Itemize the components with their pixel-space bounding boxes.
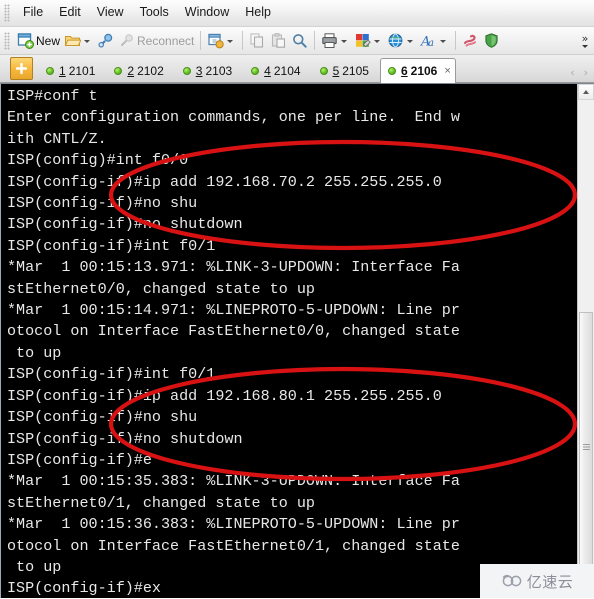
- font-icon: A a: [420, 35, 434, 50]
- scrollbar-up-button[interactable]: [578, 84, 594, 100]
- tab-label: 2101: [68, 63, 96, 78]
- toolbar-separator-3: [314, 31, 316, 50]
- tab-index: 5: [332, 63, 340, 78]
- reconnect-label: Reconnect: [137, 33, 195, 48]
- color-scheme-icon: [356, 34, 372, 48]
- tab-2106[interactable]: 6 2106 ×: [379, 58, 456, 83]
- menu-view[interactable]: View: [89, 3, 132, 23]
- protocol-icon: [485, 33, 498, 48]
- new-session-icon: [17, 33, 34, 49]
- tab-bar: 1 2101 2 2102 3 2103 4 2104 5 2105 6 210…: [0, 55, 594, 83]
- menu-file[interactable]: File: [15, 3, 51, 23]
- tab-index: 1: [59, 63, 66, 78]
- tab-status-dot-icon: [46, 66, 54, 75]
- open-session-dropdown-arrow[interactable]: [84, 40, 91, 43]
- clone-session-dropdown-arrow[interactable]: [227, 40, 234, 43]
- tab-status-dot-icon: [387, 67, 396, 75]
- tab-close-icon[interactable]: ×: [444, 65, 450, 77]
- print-dropdown-arrow[interactable]: [341, 40, 348, 43]
- scrollbar-thumb[interactable]: [579, 312, 593, 582]
- tab-2103[interactable]: 3 2103: [175, 58, 242, 82]
- tab-2104[interactable]: 4 2104: [243, 58, 310, 82]
- menu-tools[interactable]: Tools: [132, 3, 177, 23]
- connect-icon: [98, 33, 113, 48]
- new-session-button[interactable]: New: [15, 30, 62, 52]
- tab-index: 4: [264, 63, 271, 78]
- toolbar-grip[interactable]: [4, 31, 10, 50]
- toolbar: New Reconnect A a »: [0, 27, 594, 55]
- tab-label: 2102: [137, 63, 164, 78]
- tab-status-dot-icon: [182, 66, 191, 75]
- menu-bar: File Edit View Tools Window Help: [0, 0, 594, 27]
- scrollbar-grip-icon: [582, 444, 590, 450]
- web-dropdown-arrow[interactable]: [407, 40, 414, 43]
- tab-2102[interactable]: 2 2102: [106, 58, 173, 82]
- clone-session-icon: [208, 33, 225, 49]
- menu-edit[interactable]: Edit: [51, 3, 89, 23]
- web-button[interactable]: [385, 30, 418, 52]
- connect-button[interactable]: [95, 30, 116, 52]
- log-session-button[interactable]: [460, 30, 481, 52]
- chevron-up-icon: [583, 90, 589, 94]
- font-button[interactable]: A a: [418, 30, 451, 52]
- cloud-logo-icon: [502, 574, 522, 587]
- toolbar-separator-2: [242, 31, 244, 50]
- watermark: 亿速云: [480, 564, 594, 598]
- toolbar-overflow-arrow-icon: [582, 45, 588, 48]
- toolbar-separator-4: [455, 31, 457, 50]
- menu-window[interactable]: Window: [177, 3, 237, 23]
- menu-help[interactable]: Help: [237, 3, 279, 23]
- web-icon: [388, 33, 403, 48]
- tab-label: 2105: [342, 63, 369, 78]
- toolbar-overflow-button[interactable]: »: [578, 27, 592, 55]
- reconnect-button[interactable]: Reconnect: [116, 30, 196, 52]
- crt-terminal-window: File Edit View Tools Window Help New Rec…: [0, 0, 594, 599]
- copy-icon: [250, 33, 264, 48]
- clone-session-button[interactable]: [205, 30, 238, 52]
- terminal-screen[interactable]: ISP#conf t Enter configuration commands,…: [1, 84, 576, 598]
- color-scheme-dropdown-arrow[interactable]: [374, 40, 381, 43]
- open-folder-icon: [64, 36, 82, 46]
- tab-2105[interactable]: 5 2105: [312, 58, 379, 82]
- terminal-output: ISP#conf t Enter configuration commands,…: [7, 87, 460, 598]
- color-scheme-button[interactable]: [352, 30, 385, 52]
- print-icon: [322, 33, 338, 48]
- tab-nav-next-icon[interactable]: ›: [584, 67, 588, 78]
- terminal-scrollbar[interactable]: [577, 84, 594, 598]
- tab-index: 6: [400, 64, 408, 78]
- tab-label: 2106: [410, 64, 438, 78]
- watermark-text: 亿速云: [526, 572, 574, 591]
- tab-index: 3: [195, 63, 203, 78]
- protocol-button[interactable]: [481, 30, 502, 52]
- font-dropdown-arrow[interactable]: [440, 40, 447, 43]
- copy-button[interactable]: [247, 30, 268, 52]
- tab-status-dot-icon: [114, 66, 123, 75]
- tab-label: 2104: [273, 63, 301, 78]
- tab-status-dot-icon: [251, 66, 260, 75]
- tab-2101[interactable]: 1 2101: [38, 58, 105, 82]
- svg-text:a: a: [428, 38, 434, 49]
- print-button[interactable]: [319, 30, 352, 52]
- find-button[interactable]: [289, 30, 310, 52]
- paste-icon: [272, 33, 286, 48]
- reconnect-icon: [121, 34, 133, 46]
- plus-icon: [16, 63, 27, 74]
- tab-label: 2103: [205, 63, 233, 78]
- new-session-label: New: [36, 33, 61, 48]
- tab-nav-prev-icon[interactable]: ‹: [570, 67, 574, 78]
- add-session-button[interactable]: [10, 57, 33, 80]
- toolbar-overflow-icon: »: [581, 32, 589, 45]
- log-session-icon: [464, 34, 477, 47]
- toolbar-separator-1: [200, 31, 202, 50]
- find-icon: [293, 34, 308, 48]
- menu-bar-grip[interactable]: [4, 4, 10, 22]
- tab-status-dot-icon: [319, 66, 328, 75]
- tab-nav-controls: ‹ ›: [570, 67, 588, 78]
- paste-button[interactable]: [268, 30, 289, 52]
- open-session-button[interactable]: [62, 30, 95, 52]
- terminal-area: ISP#conf t Enter configuration commands,…: [0, 83, 594, 598]
- tab-index: 2: [127, 63, 135, 78]
